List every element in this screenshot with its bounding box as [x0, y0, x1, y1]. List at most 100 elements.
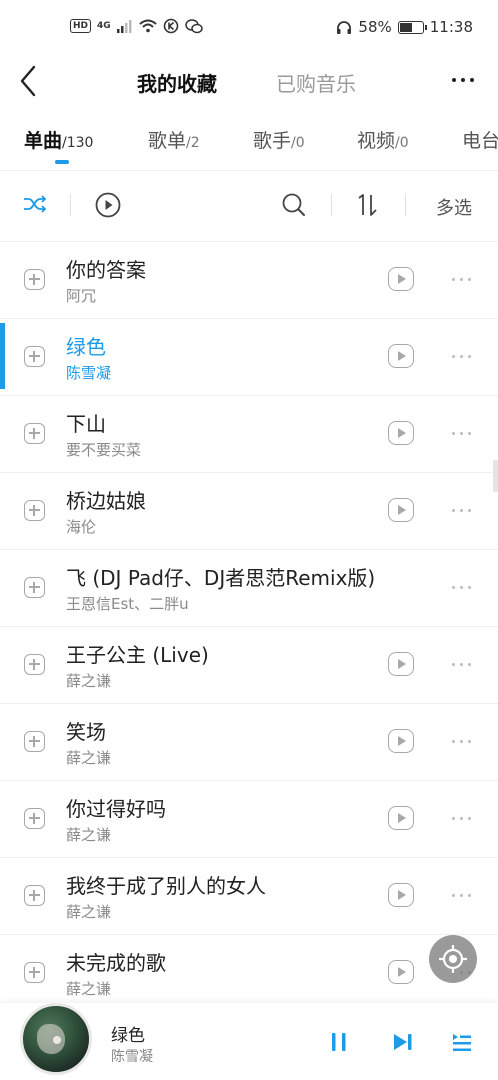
song-artist: 薛之谦: [66, 749, 112, 767]
search-button[interactable]: [281, 192, 307, 222]
shuffle-button[interactable]: [22, 193, 48, 219]
more-dot: [468, 740, 471, 743]
tab-videos[interactable]: 视频/0: [357, 126, 409, 153]
battery-icon: [397, 20, 427, 34]
more-dot: [452, 663, 455, 666]
row-more-button[interactable]: [452, 894, 471, 897]
shuffle-icon: [24, 195, 47, 213]
song-title: 下山: [66, 412, 106, 436]
more-dot: [460, 663, 463, 666]
sort-button[interactable]: [355, 192, 381, 222]
song-artist: 薛之谦: [66, 980, 112, 998]
song-title: 飞 (DJ Pad仔、DJ者思范Remix版): [66, 566, 376, 590]
song-artist: 王恩信Est、二胖u: [66, 595, 189, 613]
tab-playlists[interactable]: 歌单/2: [148, 126, 200, 153]
song-row[interactable]: 你过得好吗 薛之谦: [0, 780, 498, 857]
clock: 11:38: [429, 18, 473, 36]
tab-radio[interactable]: 电台: [462, 126, 498, 153]
more-dot: [460, 278, 463, 281]
signal-icon: [116, 20, 132, 33]
add-icon[interactable]: [24, 346, 45, 367]
tab-indicator: [55, 160, 69, 164]
play-all-button[interactable]: [95, 192, 121, 222]
song-row[interactable]: 下山 要不要买菜: [0, 395, 498, 472]
status-right: 58% 11:38: [336, 18, 473, 36]
mv-play-icon[interactable]: [388, 960, 414, 984]
row-more-button[interactable]: [452, 509, 471, 512]
more-dot: [452, 432, 455, 435]
k-circle-icon: [163, 18, 178, 34]
more-dot: [468, 278, 471, 281]
toolbar-divider: [331, 194, 332, 216]
more-dot: [468, 355, 471, 358]
tab-count: /130: [62, 135, 94, 151]
category-tabs: 单曲/130 歌单/2 歌手/0 视频/0 电台: [0, 120, 498, 170]
song-row[interactable]: 王子公主 (Live) 薛之谦: [0, 626, 498, 703]
tab-singles[interactable]: 单曲/130: [24, 126, 93, 153]
locate-current-button[interactable]: [429, 935, 477, 983]
page-title[interactable]: 我的收藏: [137, 68, 217, 97]
mv-play-icon[interactable]: [388, 267, 414, 291]
target-icon: [439, 945, 467, 973]
row-more-button[interactable]: [452, 663, 471, 666]
multi-select-button[interactable]: 多选: [436, 194, 472, 220]
song-title: 我终于成了别人的女人: [66, 874, 266, 898]
sort-icon: [358, 194, 377, 216]
song-row[interactable]: 飞 (DJ Pad仔、DJ者思范Remix版) 王恩信Est、二胖u: [0, 549, 498, 626]
song-row[interactable]: 未完成的歌 薛之谦: [0, 934, 498, 1011]
song-row[interactable]: 笑场 薛之谦: [0, 703, 498, 780]
scrollbar[interactable]: [493, 460, 498, 492]
song-artist: 阿冗: [66, 287, 97, 305]
song-artist: 要不要买菜: [66, 441, 142, 459]
header: 我的收藏 已购音乐: [0, 58, 498, 106]
song-row[interactable]: 我终于成了别人的女人 薛之谦: [0, 857, 498, 934]
row-more-button[interactable]: [452, 278, 471, 281]
song-artist: 薛之谦: [66, 903, 112, 921]
mv-play-icon[interactable]: [388, 498, 414, 522]
mv-play-icon[interactable]: [388, 806, 414, 830]
mv-play-icon[interactable]: [388, 344, 414, 368]
song-row[interactable]: 桥边姑娘 海伦: [0, 472, 498, 549]
mv-play-icon[interactable]: [388, 421, 414, 445]
purchased-music-tab[interactable]: 已购音乐: [276, 68, 356, 97]
row-more-button[interactable]: [452, 740, 471, 743]
add-icon[interactable]: [24, 423, 45, 444]
now-playing-indicator: [0, 323, 5, 389]
playlist-button[interactable]: [451, 1031, 473, 1057]
battery-percent: 58%: [358, 18, 392, 36]
row-more-button[interactable]: [452, 432, 471, 435]
mv-play-icon[interactable]: [388, 729, 414, 753]
add-icon[interactable]: [24, 500, 45, 521]
mini-player[interactable]: 绿色 陈雪凝: [0, 1003, 498, 1080]
toolbar-divider: [70, 194, 71, 216]
tab-label: 歌手: [253, 130, 292, 152]
add-icon[interactable]: [24, 269, 45, 290]
song-row[interactable]: 你的答案 阿冗: [0, 241, 498, 318]
song-row-current[interactable]: 绿色 陈雪凝: [0, 318, 498, 395]
pause-button[interactable]: [329, 1031, 349, 1057]
pause-icon: [332, 1033, 346, 1051]
tab-label: 单曲: [24, 130, 63, 152]
add-icon[interactable]: [24, 654, 45, 675]
add-icon[interactable]: [24, 885, 45, 906]
add-icon[interactable]: [24, 577, 45, 598]
more-dot: [460, 509, 463, 512]
row-more-button[interactable]: [452, 817, 471, 820]
now-playing-artist: 陈雪凝: [111, 1049, 153, 1065]
mv-play-icon[interactable]: [388, 883, 414, 907]
more-options-button[interactable]: [452, 78, 474, 82]
row-more-button[interactable]: [452, 355, 471, 358]
song-artist: 薛之谦: [66, 826, 112, 844]
add-icon[interactable]: [24, 808, 45, 829]
next-button[interactable]: [392, 1031, 414, 1057]
tab-label: 电台: [462, 130, 498, 152]
row-more-button[interactable]: [452, 586, 471, 589]
tab-artists[interactable]: 歌手/0: [253, 126, 305, 153]
song-title: 王子公主 (Live): [66, 643, 209, 667]
mv-play-icon[interactable]: [388, 652, 414, 676]
back-button[interactable]: [14, 64, 44, 98]
song-artist: 海伦: [66, 518, 97, 536]
add-icon[interactable]: [24, 962, 45, 983]
album-cover[interactable]: [20, 1003, 92, 1075]
add-icon[interactable]: [24, 731, 45, 752]
